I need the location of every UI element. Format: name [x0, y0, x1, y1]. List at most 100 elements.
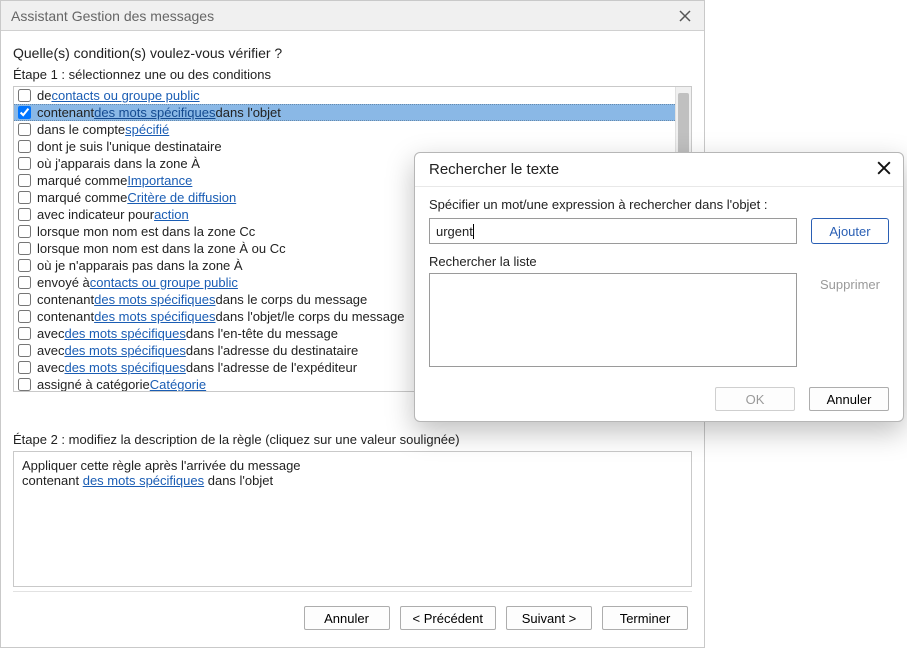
condition-link[interactable]: spécifié — [125, 121, 169, 138]
dialog-titlebar: Rechercher le texte — [415, 153, 903, 187]
condition-text: marqué comme Importance — [37, 172, 192, 189]
condition-text: contenant des mots spécifiques dans l'ob… — [37, 308, 404, 325]
condition-link[interactable]: des mots spécifiques — [94, 308, 215, 325]
condition-text-part: dans l'objet/le corps du message — [216, 308, 405, 325]
condition-text-part: envoyé à — [37, 274, 90, 291]
wizard-titlebar: Assistant Gestion des messages — [1, 1, 704, 31]
condition-text-part: avec — [37, 325, 64, 342]
condition-row[interactable]: contenant des mots spécifiques dans l'ob… — [14, 104, 691, 121]
dialog-title: Rechercher le texte — [429, 161, 559, 178]
condition-text-part: dans l'en-tête du message — [186, 325, 338, 342]
condition-text-part: avec — [37, 342, 64, 359]
condition-checkbox[interactable] — [18, 259, 31, 272]
condition-text: où je n'apparais pas dans la zone À — [37, 257, 243, 274]
condition-link[interactable]: des mots spécifiques — [94, 104, 215, 121]
search-text-input[interactable]: urgent — [429, 218, 797, 244]
condition-text-part: dans le compte — [37, 121, 125, 138]
condition-checkbox[interactable] — [18, 140, 31, 153]
condition-text-part: où je n'apparais pas dans la zone À — [37, 257, 243, 274]
finish-button[interactable]: Terminer — [602, 606, 688, 630]
condition-checkbox[interactable] — [18, 310, 31, 323]
condition-checkbox[interactable] — [18, 276, 31, 289]
close-icon[interactable] — [676, 7, 694, 25]
condition-text-part: contenant — [37, 308, 94, 325]
condition-text-part: dans l'objet — [216, 104, 281, 121]
condition-row[interactable]: dans le compte spécifié — [14, 121, 691, 138]
condition-text-part: dans l'adresse du destinataire — [186, 342, 358, 359]
condition-link[interactable]: Critère de diffusion — [127, 189, 236, 206]
condition-checkbox[interactable] — [18, 293, 31, 306]
description-line1: Appliquer cette règle après l'arrivée du… — [22, 458, 683, 473]
condition-link[interactable]: Catégorie — [150, 376, 206, 391]
rule-description-box: Appliquer cette règle après l'arrivée du… — [13, 451, 692, 587]
condition-link[interactable]: des mots spécifiques — [64, 325, 185, 342]
cancel-button[interactable]: Annuler — [304, 606, 390, 630]
dialog-footer: OK Annuler — [715, 387, 889, 411]
ok-button[interactable]: OK — [715, 387, 795, 411]
desc-suffix: dans l'objet — [204, 473, 273, 488]
condition-text: avec des mots spécifiques dans l'adresse… — [37, 342, 358, 359]
condition-checkbox[interactable] — [18, 378, 31, 391]
condition-link[interactable]: contacts ou groupe public — [51, 87, 199, 104]
condition-text-part: dans le corps du message — [216, 291, 368, 308]
condition-text-part: où j'apparais dans la zone À — [37, 155, 200, 172]
step2-label: Étape 2 : modifiez la description de la … — [13, 432, 692, 447]
condition-checkbox[interactable] — [18, 327, 31, 340]
condition-checkbox[interactable] — [18, 89, 31, 102]
condition-row[interactable]: de contacts ou groupe public — [14, 87, 691, 104]
condition-checkbox[interactable] — [18, 157, 31, 170]
condition-text-part: lorsque mon nom est dans la zone À ou Cc — [37, 240, 286, 257]
condition-text-part: dans l'adresse de l'expéditeur — [186, 359, 357, 376]
condition-text: marqué comme Critère de diffusion — [37, 189, 236, 206]
condition-text-part: lorsque mon nom est dans la zone Cc — [37, 223, 255, 240]
search-text-value: urgent — [436, 224, 473, 239]
condition-link[interactable]: action — [154, 206, 189, 223]
dialog-body: Spécifier un mot/une expression à recher… — [415, 187, 903, 379]
search-list[interactable] — [429, 273, 797, 367]
condition-text: contenant des mots spécifiques dans le c… — [37, 291, 367, 308]
condition-text: dans le compte spécifié — [37, 121, 169, 138]
condition-text-part: dont je suis l'unique destinataire — [37, 138, 222, 155]
condition-text: avec des mots spécifiques dans l'en-tête… — [37, 325, 338, 342]
condition-text: de contacts ou groupe public — [37, 87, 200, 104]
back-button[interactable]: < Précédent — [400, 606, 496, 630]
condition-text: lorsque mon nom est dans la zone À ou Cc — [37, 240, 286, 257]
condition-checkbox[interactable] — [18, 242, 31, 255]
condition-text-part: contenant — [37, 104, 94, 121]
condition-checkbox[interactable] — [18, 191, 31, 204]
condition-text: avec des mots spécifiques dans l'adresse… — [37, 359, 357, 376]
condition-text: lorsque mon nom est dans la zone Cc — [37, 223, 255, 240]
condition-text-part: marqué comme — [37, 189, 127, 206]
close-icon[interactable] — [877, 161, 891, 178]
condition-text-part: assigné à catégorie — [37, 376, 150, 391]
dialog-cancel-button[interactable]: Annuler — [809, 387, 889, 411]
condition-checkbox[interactable] — [18, 208, 31, 221]
specify-label: Spécifier un mot/une expression à recher… — [429, 197, 889, 212]
desc-specific-words-link[interactable]: des mots spécifiques — [83, 473, 204, 488]
condition-text-part: marqué comme — [37, 172, 127, 189]
add-button[interactable]: Ajouter — [811, 218, 889, 244]
condition-text: contenant des mots spécifiques dans l'ob… — [37, 104, 281, 121]
condition-link[interactable]: des mots spécifiques — [64, 359, 185, 376]
condition-link[interactable]: des mots spécifiques — [94, 291, 215, 308]
condition-text-part: avec — [37, 359, 64, 376]
condition-checkbox[interactable] — [18, 361, 31, 374]
text-caret — [473, 224, 474, 239]
search-list-label: Rechercher la liste — [429, 254, 889, 269]
condition-checkbox[interactable] — [18, 174, 31, 187]
condition-link[interactable]: contacts ou groupe public — [90, 274, 238, 291]
description-line2: contenant des mots spécifiques dans l'ob… — [22, 473, 683, 488]
next-button[interactable]: Suivant > — [506, 606, 592, 630]
condition-text: avec indicateur pour action — [37, 206, 189, 223]
search-text-dialog: Rechercher le texte Spécifier un mot/une… — [414, 152, 904, 422]
wizard-question: Quelle(s) condition(s) voulez-vous vérif… — [13, 45, 692, 61]
remove-button[interactable]: Supprimer — [814, 273, 886, 295]
condition-checkbox[interactable] — [18, 225, 31, 238]
condition-link[interactable]: Importance — [127, 172, 192, 189]
condition-link[interactable]: des mots spécifiques — [64, 342, 185, 359]
condition-checkbox[interactable] — [18, 106, 31, 119]
condition-checkbox[interactable] — [18, 123, 31, 136]
condition-checkbox[interactable] — [18, 344, 31, 357]
condition-text: assigné à catégorie Catégorie — [37, 376, 206, 391]
condition-text: envoyé à contacts ou groupe public — [37, 274, 238, 291]
